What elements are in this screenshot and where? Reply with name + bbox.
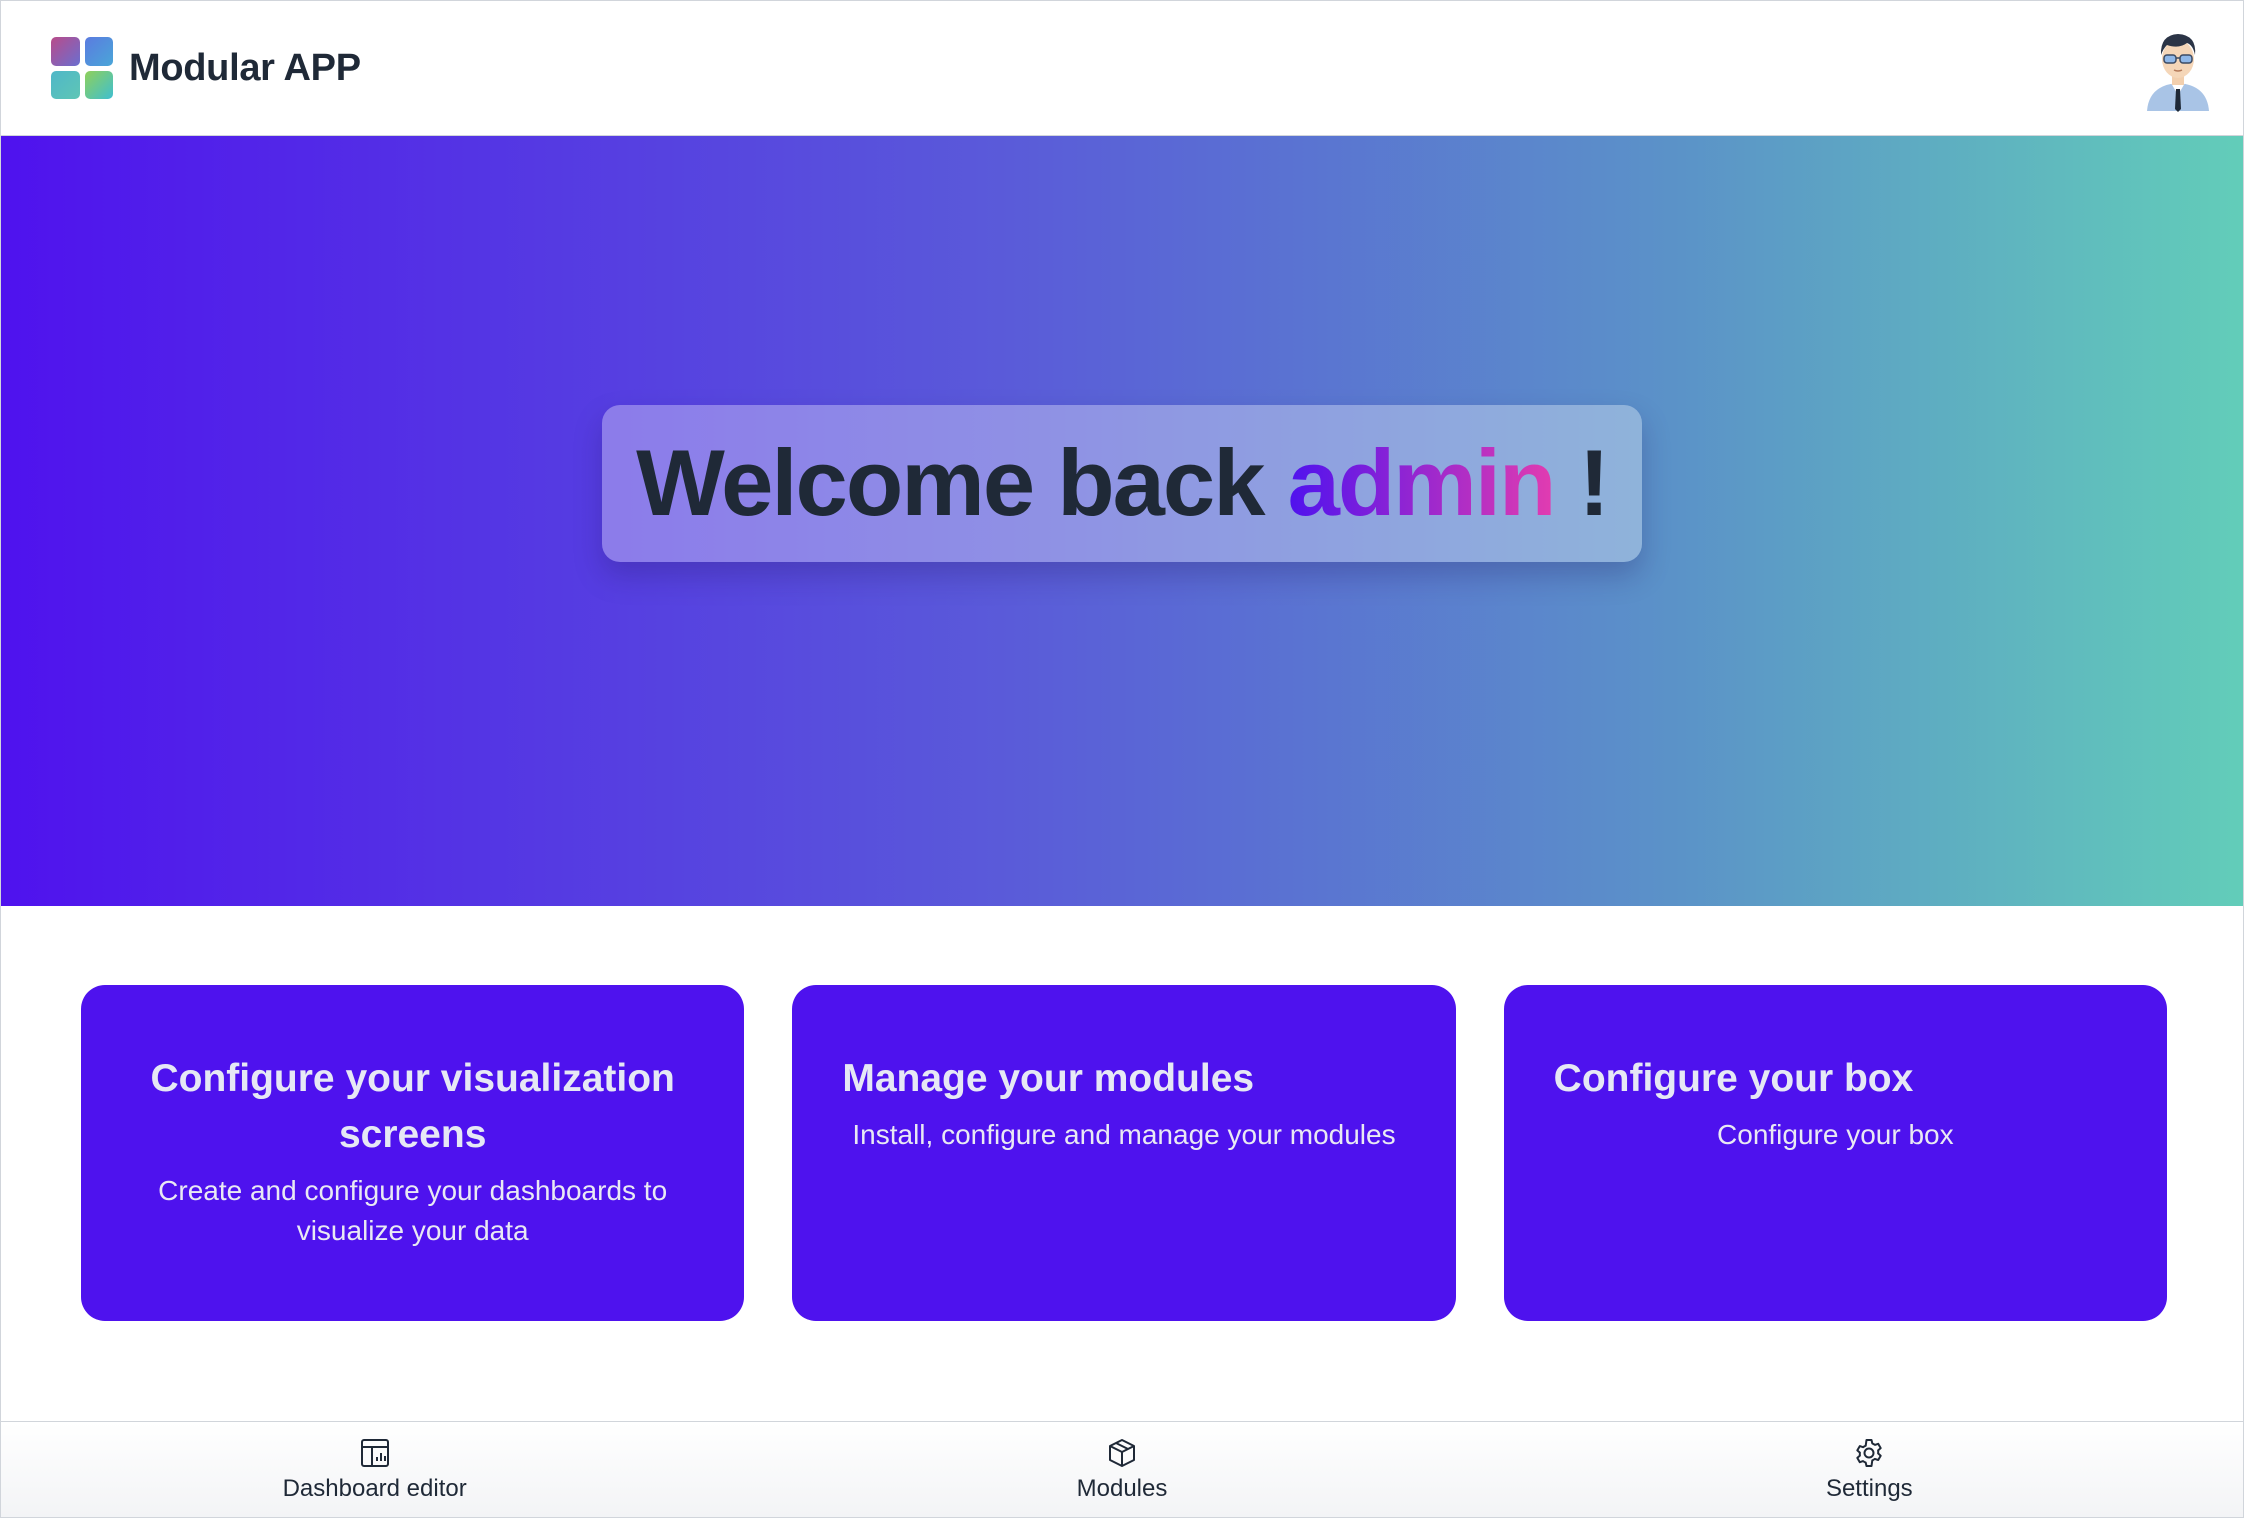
- top-header: Modular APP: [1, 1, 2243, 136]
- welcome-exclamation: !: [1578, 429, 1610, 535]
- card-visualization-screens[interactable]: Configure your visualization screens Cre…: [81, 985, 745, 1321]
- app-root: Modular APP Welcome back admin ! Configu…: [0, 0, 2244, 1518]
- welcome-username: admin: [1287, 429, 1557, 535]
- app-title: Modular APP: [129, 46, 361, 89]
- card-description: Install, configure and manage your modul…: [852, 1119, 1396, 1150]
- card-configure-box[interactable]: Configure your box Configure your box: [1503, 985, 2167, 1321]
- card-title: Configure your visualization screens: [150, 1057, 675, 1156]
- card-title: Manage your modules: [842, 1057, 1255, 1100]
- cube-icon: [1108, 1438, 1135, 1467]
- nav-modules[interactable]: Modules: [748, 1422, 1495, 1517]
- card-title: Configure your box: [1553, 1057, 1914, 1100]
- app-grid-logo-icon: [51, 37, 113, 99]
- card-manage-modules[interactable]: Manage your modules Install, configure a…: [792, 985, 1456, 1321]
- welcome-message: Welcome back admin !: [602, 404, 1642, 563]
- gear-icon: [1856, 1438, 1883, 1467]
- dashboard-icon: [360, 1438, 389, 1467]
- nav-label: Modules: [1076, 1474, 1168, 1502]
- nav-label: Dashboard editor: [282, 1474, 467, 1502]
- hero-banner: Welcome back admin !: [1, 136, 2243, 906]
- card-description: Configure your box: [1717, 1119, 1954, 1150]
- brand[interactable]: Modular APP: [51, 37, 361, 99]
- user-avatar-icon[interactable]: [2143, 23, 2213, 113]
- nav-dashboard-editor[interactable]: Dashboard editor: [1, 1422, 748, 1517]
- bottom-nav: Dashboard editor Modules Settings: [1, 1421, 2243, 1517]
- card-description: Create and configure your dashboards to …: [158, 1175, 668, 1246]
- nav-settings[interactable]: Settings: [1496, 1422, 2243, 1517]
- action-cards: Configure your visualization screens Cre…: [81, 985, 2167, 1321]
- welcome-prefix: Welcome back: [636, 429, 1265, 535]
- nav-label: Settings: [1825, 1474, 1913, 1502]
